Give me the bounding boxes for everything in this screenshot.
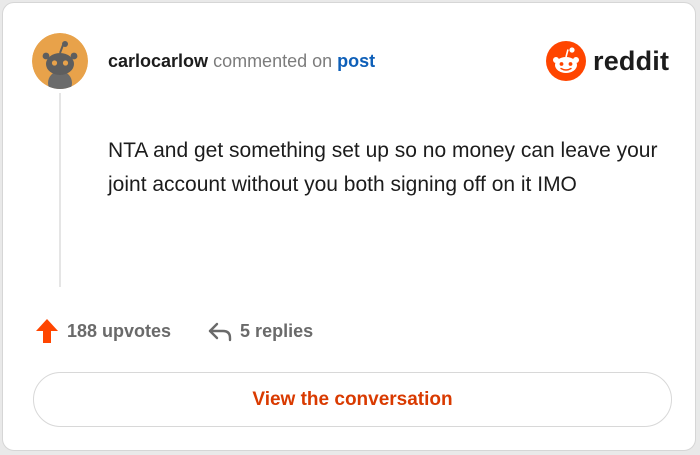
comment-header: carlocarlow commented on post [108, 50, 375, 72]
upvotes-stat[interactable]: 188 upvotes [34, 318, 171, 344]
brand-name: reddit [593, 45, 670, 76]
view-conversation-label: View the conversation [252, 388, 453, 410]
upvotes-count: 188 upvotes [67, 320, 172, 341]
reply-arrow-icon [207, 318, 233, 344]
reddit-brand[interactable]: reddit [546, 41, 669, 81]
avatar[interactable] [32, 33, 88, 89]
post-link[interactable]: post [337, 51, 375, 71]
snoo-avatar-icon [32, 33, 88, 89]
comment-body: NTA and get something set up so no money… [108, 139, 658, 196]
username[interactable]: carlocarlow [108, 51, 208, 71]
arrow-up-icon [34, 318, 60, 344]
comment-stats: 188 upvotes 5 replies [34, 317, 313, 345]
thread-line [59, 93, 61, 287]
view-conversation-button[interactable]: View the conversation [33, 372, 672, 427]
action-text: commented on [213, 51, 333, 71]
reddit-logo-icon [546, 41, 586, 81]
replies-stat[interactable]: 5 replies [207, 318, 313, 344]
comment-card: carlocarlow commented on post reddit NTA… [2, 2, 696, 451]
replies-count: 5 replies [240, 320, 314, 341]
